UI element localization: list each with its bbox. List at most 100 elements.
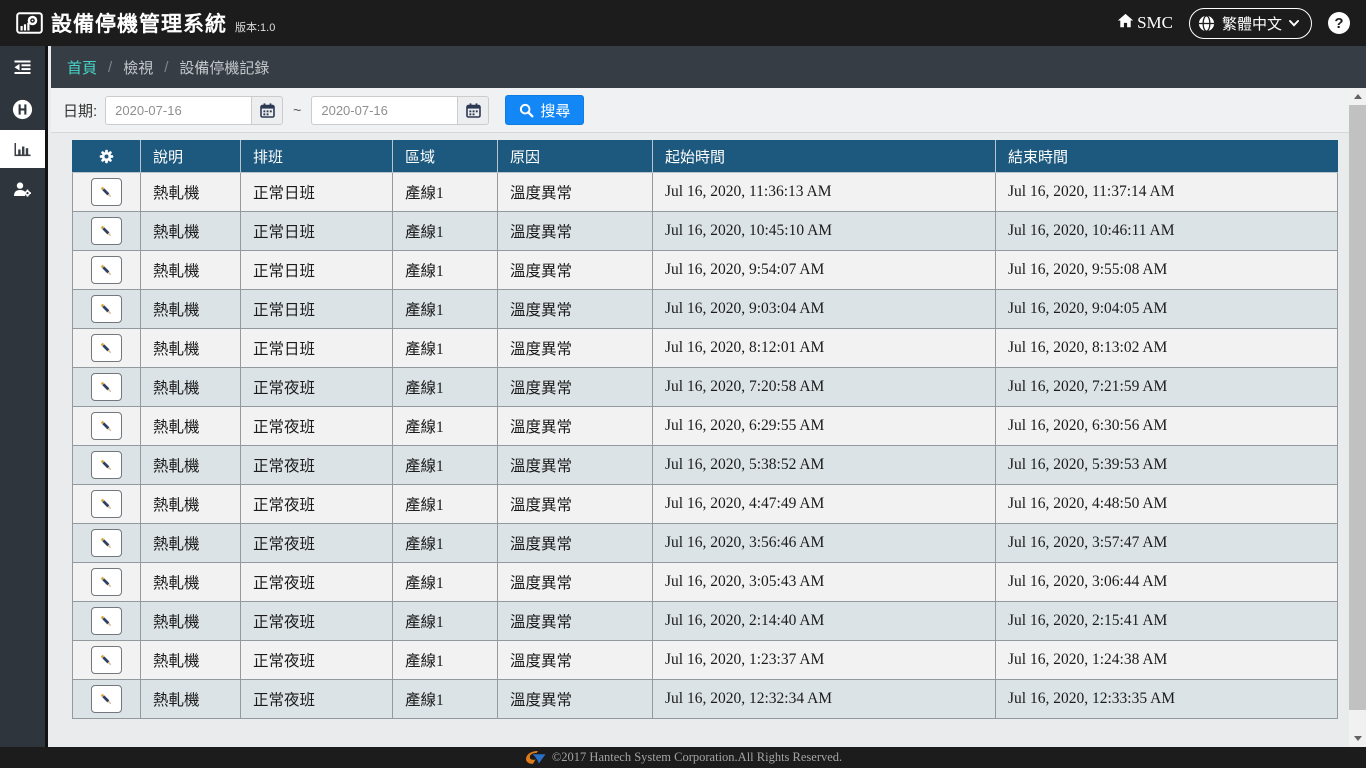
search-button[interactable]: 搜尋	[505, 95, 584, 125]
edit-button[interactable]	[91, 451, 122, 479]
cell-end-time: Jul 16, 2020, 5:39:53 AM	[996, 446, 1338, 485]
cell-shift: 正常日班	[241, 329, 393, 368]
settings-column-header[interactable]	[73, 141, 141, 173]
cell-end-time: Jul 16, 2020, 1:24:38 AM	[996, 641, 1338, 680]
sidebar-item-collapse-menu[interactable]	[0, 46, 45, 88]
bar-chart-icon	[13, 141, 32, 158]
cell-start-time: Jul 16, 2020, 7:20:58 AM	[653, 368, 996, 407]
cell-end-time: Jul 16, 2020, 3:06:44 AM	[996, 563, 1338, 602]
cell-shift: 正常夜班	[241, 446, 393, 485]
cell-shift: 正常夜班	[241, 524, 393, 563]
cell-shift: 正常夜班	[241, 407, 393, 446]
cell-start-time: Jul 16, 2020, 3:05:43 AM	[653, 563, 996, 602]
scrollbar-thumb[interactable]	[1349, 105, 1366, 710]
scroll-up-button[interactable]	[1349, 88, 1366, 105]
app-title: 設備停機管理系統	[51, 8, 227, 38]
column-header: 原因	[498, 141, 653, 173]
breadcrumb-separator: /	[164, 59, 168, 76]
edit-cell	[73, 407, 141, 446]
cell-area: 產線1	[393, 368, 498, 407]
table-row: 熱軋機 正常夜班 產線1 溫度異常 Jul 16, 2020, 6:29:55 …	[73, 407, 1338, 446]
edit-button[interactable]	[91, 529, 122, 557]
edit-button[interactable]	[91, 373, 122, 401]
cell-description: 熱軋機	[141, 563, 241, 602]
footer-copyright: ©2017 Hantech System Corporation.All Rig…	[552, 750, 842, 765]
sidebar	[0, 46, 48, 747]
cell-area: 產線1	[393, 602, 498, 641]
edit-cell	[73, 173, 141, 212]
pencil-icon	[99, 575, 114, 590]
calendar-icon	[260, 103, 275, 118]
edit-button[interactable]	[91, 490, 122, 518]
cell-end-time: Jul 16, 2020, 9:04:05 AM	[996, 290, 1338, 329]
sidebar-item-home[interactable]	[0, 88, 45, 130]
cell-reason: 溫度異常	[498, 563, 653, 602]
footer-logo-icon	[524, 750, 546, 765]
breadcrumb: 首頁 / 檢視 / 設備停機記錄	[51, 46, 1366, 88]
breadcrumb-separator: /	[108, 59, 112, 76]
cell-start-time: Jul 16, 2020, 9:54:07 AM	[653, 251, 996, 290]
language-selector[interactable]: 繁體中文	[1189, 8, 1312, 39]
pencil-icon	[99, 497, 114, 512]
cell-reason: 溫度異常	[498, 407, 653, 446]
vertical-scrollbar[interactable]	[1349, 88, 1366, 747]
language-label: 繁體中文	[1222, 13, 1282, 34]
table-body: 熱軋機 正常日班 產線1 溫度異常 Jul 16, 2020, 11:36:13…	[73, 173, 1338, 719]
cell-shift: 正常日班	[241, 212, 393, 251]
filter-bar: 日期: ~	[51, 88, 1349, 133]
pencil-icon	[99, 185, 114, 200]
pencil-icon	[99, 224, 114, 239]
cell-end-time: Jul 16, 2020, 9:55:08 AM	[996, 251, 1338, 290]
table-row: 熱軋機 正常夜班 產線1 溫度異常 Jul 16, 2020, 4:47:49 …	[73, 485, 1338, 524]
date-to-calendar-button[interactable]	[457, 96, 489, 125]
pencil-icon	[99, 536, 114, 551]
cell-shift: 正常夜班	[241, 680, 393, 719]
cell-reason: 溫度異常	[498, 446, 653, 485]
table-header-row: 說明排班區域原因起始時間結束時間	[73, 141, 1338, 173]
sidebar-item-user-management[interactable]	[0, 168, 45, 210]
cell-start-time: Jul 16, 2020, 3:56:46 AM	[653, 524, 996, 563]
date-from-input[interactable]	[105, 96, 251, 125]
edit-cell	[73, 524, 141, 563]
cell-shift: 正常夜班	[241, 485, 393, 524]
edit-button[interactable]	[91, 256, 122, 284]
date-from-calendar-button[interactable]	[251, 96, 283, 125]
column-header: 起始時間	[653, 141, 996, 173]
breadcrumb-current: 設備停機記錄	[179, 57, 269, 78]
pencil-icon	[99, 692, 114, 707]
edit-cell	[73, 446, 141, 485]
edit-cell	[73, 212, 141, 251]
cell-start-time: Jul 16, 2020, 10:45:10 AM	[653, 212, 996, 251]
cell-start-time: Jul 16, 2020, 4:47:49 AM	[653, 485, 996, 524]
cell-reason: 溫度異常	[498, 485, 653, 524]
cell-description: 熱軋機	[141, 485, 241, 524]
edit-button[interactable]	[91, 178, 122, 206]
edit-button[interactable]	[91, 334, 122, 362]
scroll-down-button[interactable]	[1349, 730, 1366, 747]
app-logo-monitor-chart-icon	[16, 12, 43, 35]
circle-h-icon	[12, 99, 33, 120]
sidebar-item-downtime-records[interactable]	[0, 130, 45, 168]
cell-area: 產線1	[393, 407, 498, 446]
edit-button[interactable]	[91, 412, 122, 440]
cell-start-time: Jul 16, 2020, 5:38:52 AM	[653, 446, 996, 485]
edit-cell	[73, 251, 141, 290]
pencil-icon	[99, 341, 114, 356]
column-header: 結束時間	[996, 141, 1338, 173]
breadcrumb-home[interactable]: 首頁	[67, 57, 97, 78]
home-link[interactable]: SMC	[1117, 13, 1173, 33]
cell-description: 熱軋機	[141, 212, 241, 251]
cell-reason: 溫度異常	[498, 212, 653, 251]
date-to-input[interactable]	[311, 96, 457, 125]
edit-button[interactable]	[91, 607, 122, 635]
help-button[interactable]: ?	[1328, 12, 1350, 34]
edit-button[interactable]	[91, 568, 122, 596]
edit-button[interactable]	[91, 685, 122, 713]
cell-area: 產線1	[393, 290, 498, 329]
pencil-icon	[99, 614, 114, 629]
edit-button[interactable]	[91, 646, 122, 674]
edit-button[interactable]	[91, 217, 122, 245]
edit-button[interactable]	[91, 295, 122, 323]
downtime-table: 說明排班區域原因起始時間結束時間 熱軋機 正常日班	[72, 140, 1338, 719]
cell-end-time: Jul 16, 2020, 2:15:41 AM	[996, 602, 1338, 641]
